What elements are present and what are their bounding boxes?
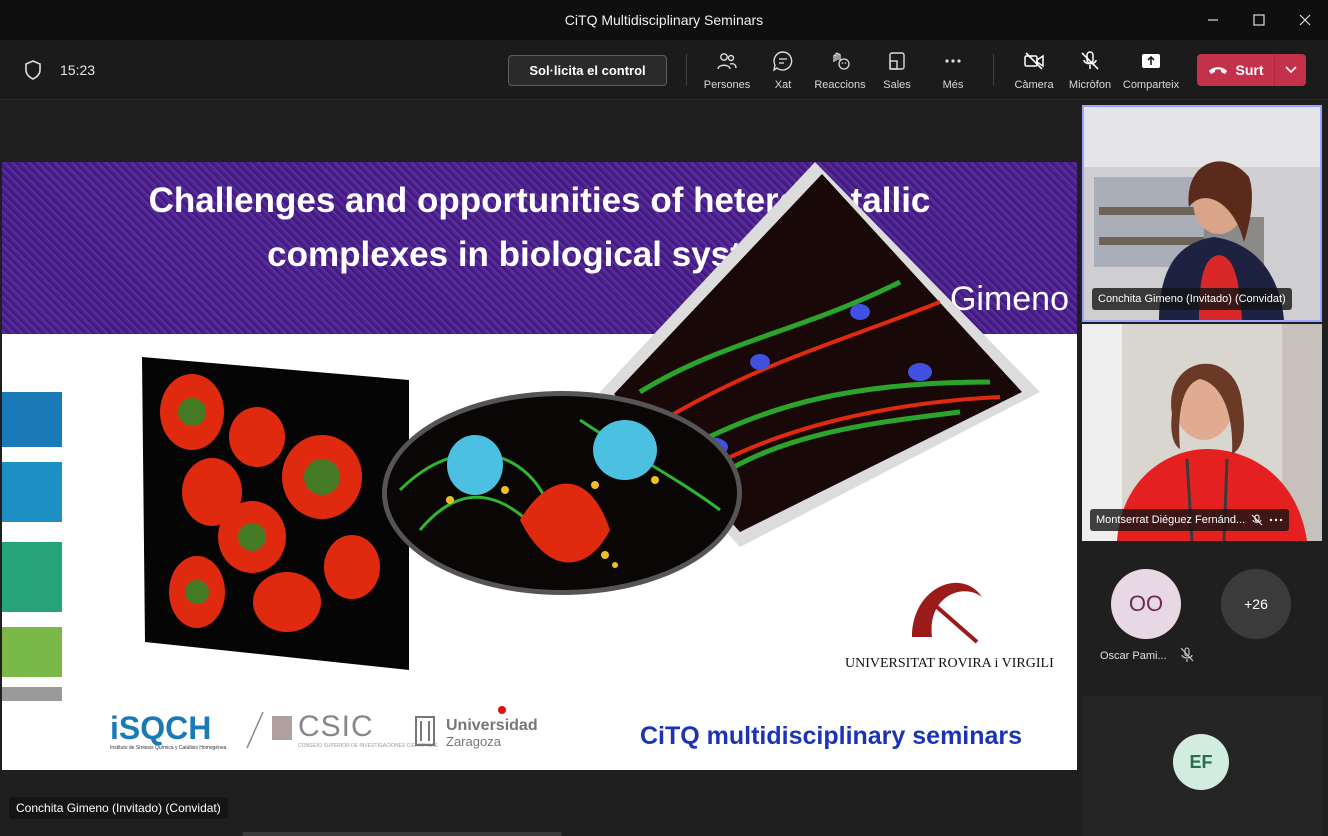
- zaragoza-emblem-icon: [415, 716, 435, 746]
- more-options-icon[interactable]: [1269, 514, 1283, 526]
- csic-emblem-icon: [272, 716, 292, 740]
- more-button[interactable]: Més: [921, 50, 985, 94]
- mic-off-icon: [1180, 647, 1194, 662]
- presenter-name-tag: Conchita Gimeno (Invitado) (Convidat): [9, 797, 228, 819]
- isqch-vertical-logo: [2, 392, 62, 701]
- reactions-label: Reaccions: [814, 79, 866, 91]
- people-icon: [717, 53, 737, 70]
- meeting-toolbar: 15:23 Sol·licita el control Persones Xat…: [0, 40, 1328, 100]
- maximize-button[interactable]: [1236, 0, 1282, 40]
- cell-microscopy-image-left: [142, 357, 409, 670]
- more-icon: [945, 59, 961, 63]
- toolbar-divider: [686, 54, 687, 86]
- shared-content-stage: Challenges and opportunities of heterome…: [0, 101, 1080, 836]
- chat-button[interactable]: Xat: [751, 50, 815, 94]
- presentation-slide: Challenges and opportunities of heterome…: [2, 162, 1077, 770]
- laser-pointer-dot: [498, 706, 506, 714]
- camera-off-icon: [1024, 52, 1044, 70]
- title-bar: CiTQ Multidisciplinary Seminars: [0, 0, 1328, 40]
- participant-name: Conchita Gimeno (Invitado) (Convidat): [1098, 293, 1286, 305]
- minimize-button[interactable]: [1190, 0, 1236, 40]
- isqch-logo-subtitle: Instituto de Síntesis Química y Catálisi…: [110, 745, 227, 751]
- leave-button-group: Surt: [1197, 54, 1306, 86]
- toolbar-divider: [993, 54, 994, 86]
- shield-icon[interactable]: [22, 59, 44, 81]
- leave-options-button[interactable]: [1275, 54, 1306, 86]
- request-control-button[interactable]: Sol·licita el control: [508, 55, 667, 86]
- cell-microscopy-inset: [382, 391, 742, 595]
- close-button[interactable]: [1282, 0, 1328, 40]
- rooms-label: Sales: [883, 79, 911, 91]
- share-button[interactable]: Comparteix: [1119, 50, 1183, 94]
- chat-label: Xat: [774, 79, 792, 91]
- zaragoza-logo-line2: Zaragoza: [446, 734, 501, 749]
- participant-avatar-ef[interactable]: EF: [1173, 734, 1229, 790]
- csic-logo: CSIC: [298, 710, 374, 743]
- reactions-icon: [833, 52, 850, 70]
- share-label: Comparteix: [1122, 79, 1180, 91]
- logo-divider: [246, 711, 264, 749]
- university-rovira-virgili-label: UNIVERSITAT ROVIRA i VIRGILI: [845, 656, 1054, 671]
- isqch-logo: iSQCH: [110, 710, 212, 746]
- zaragoza-logo-line1: Universidad: [446, 717, 538, 734]
- video-tile-conchita[interactable]: Conchita Gimeno (Invitado) (Convidat): [1082, 105, 1322, 322]
- leave-label: Surt: [1235, 62, 1264, 78]
- window-controls: [1190, 0, 1328, 40]
- mic-off-icon: [1081, 51, 1099, 70]
- more-participants-button[interactable]: +26: [1221, 569, 1291, 639]
- participant-name-tag: Montserrat Diéguez Fernánd...: [1090, 509, 1290, 531]
- participant-name: Montserrat Diéguez Fernánd...: [1096, 514, 1246, 526]
- more-label: Més: [942, 79, 964, 91]
- reactions-button[interactable]: Reaccions: [808, 50, 872, 94]
- chat-icon: [772, 51, 793, 72]
- camera-label: Càmera: [1014, 79, 1054, 91]
- microphone-button[interactable]: Micròfon: [1058, 50, 1122, 94]
- seminar-series-label: CiTQ multidisciplinary seminars: [640, 722, 1023, 750]
- urv-logo-mark: [912, 582, 982, 644]
- leave-button[interactable]: Surt: [1197, 54, 1275, 86]
- phone-hangup-icon: [1208, 67, 1227, 74]
- camera-button[interactable]: Càmera: [1002, 50, 1066, 94]
- mic-off-icon: [1251, 514, 1263, 526]
- meeting-timer: 15:23: [60, 62, 96, 78]
- participant-name-oscar: Oscar Pami...: [1100, 650, 1167, 662]
- stage-scrollbar[interactable]: [242, 832, 562, 836]
- video-tile-montserrat[interactable]: Montserrat Diéguez Fernánd...: [1082, 324, 1322, 541]
- share-icon: [1142, 54, 1160, 68]
- participant-panel: Conchita Gimeno (Invitado) (Convidat) Mo…: [1080, 101, 1328, 836]
- microphone-label: Micròfon: [1068, 79, 1112, 91]
- people-label: Persones: [703, 79, 751, 91]
- rooms-icon: [889, 52, 905, 70]
- rooms-button[interactable]: Sales: [865, 50, 929, 94]
- participant-avatar-oscar[interactable]: OO: [1111, 569, 1181, 639]
- window-title: CiTQ Multidisciplinary Seminars: [564, 12, 764, 28]
- chevron-down-icon: [1284, 66, 1297, 74]
- people-button[interactable]: Persones: [695, 50, 759, 94]
- participant-name-tag: Conchita Gimeno (Invitado) (Convidat): [1092, 288, 1292, 310]
